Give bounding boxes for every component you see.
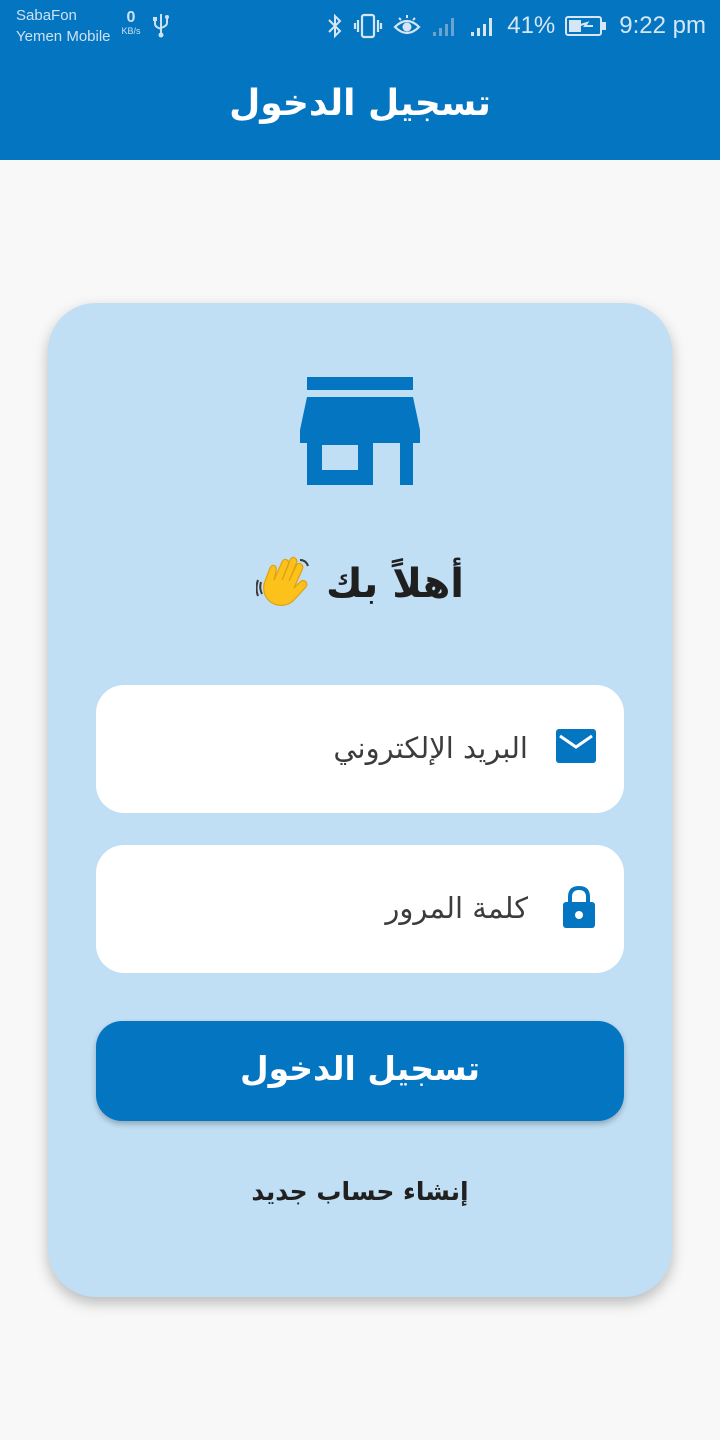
status-bar: SabaFon Yemen Mobile 0 KB/s 41% 9:22 pm [0, 0, 720, 52]
email-input[interactable] [116, 715, 528, 781]
app-bar: تسجيل الدخول [0, 52, 720, 160]
network-speed: 0 KB/s [118, 9, 144, 37]
login-card: أهلاً بك تسجيل ال [48, 303, 672, 1297]
lock-icon [562, 885, 596, 933]
network-speed-value: 0 [126, 9, 136, 26]
waving-hand-icon [255, 554, 312, 614]
signal-2-icon [469, 14, 497, 38]
bluetooth-icon [327, 13, 343, 39]
email-field[interactable] [96, 685, 624, 813]
carrier-info: SabaFon Yemen Mobile [16, 5, 111, 47]
battery-charging-icon [565, 15, 607, 37]
email-icon [556, 729, 596, 767]
eye-icon [393, 14, 421, 38]
page-title: تسجيل الدخول [229, 82, 491, 124]
signal-1-icon [431, 14, 459, 38]
create-account-link[interactable]: إنشاء حساب جديد [48, 1177, 672, 1206]
clock: 9:22 pm [619, 12, 706, 39]
network-speed-unit: KB/s [121, 26, 141, 36]
status-icons: 41% 9:22 pm [327, 0, 706, 52]
battery-percent: 41% [507, 12, 556, 39]
store-icon [300, 377, 420, 489]
usb-icon [151, 12, 171, 42]
welcome-heading: أهلاً بك [48, 551, 672, 617]
welcome-text: أهلاً بك [326, 561, 465, 607]
carrier-name-1: SabaFon [16, 7, 77, 24]
password-input[interactable] [116, 875, 528, 941]
carrier-name-2: Yemen Mobile [16, 28, 111, 45]
vibrate-icon [353, 13, 383, 39]
password-field[interactable] [96, 845, 624, 973]
login-button[interactable]: تسجيل الدخول [96, 1021, 624, 1121]
